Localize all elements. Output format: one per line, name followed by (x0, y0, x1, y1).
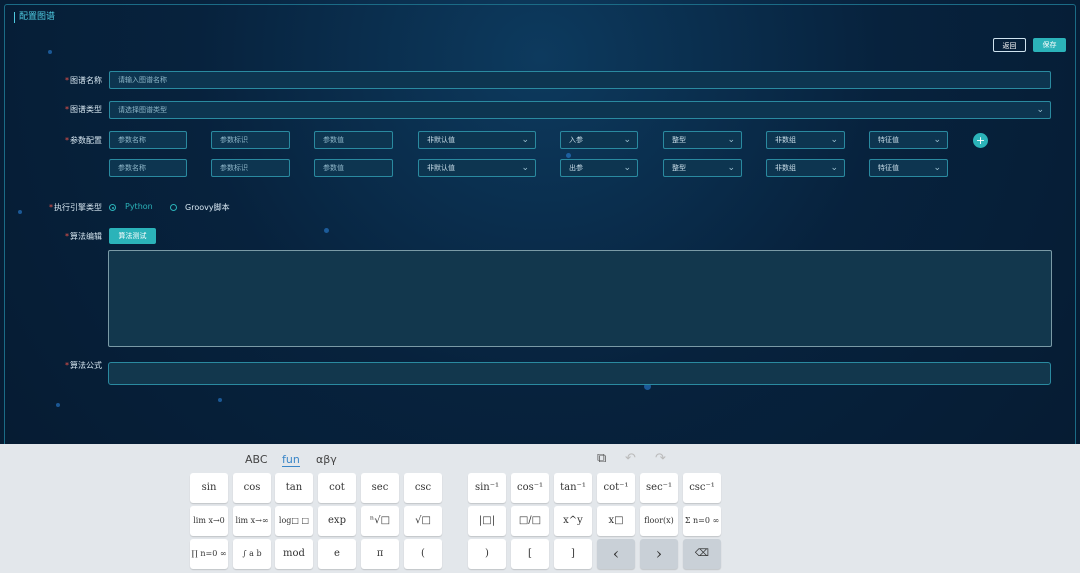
formula-label: *算法公式 (65, 361, 102, 370)
key-close-paren[interactable]: ) (468, 539, 506, 569)
chevron-down-icon: ⌄ (521, 163, 529, 173)
radio-groovy[interactable] (170, 204, 177, 211)
chevron-down-icon: ⌄ (933, 135, 941, 145)
algo-test-button[interactable]: 算法测试 (109, 228, 156, 244)
algo-editor[interactable] (108, 250, 1052, 347)
param-default-select[interactable]: 非默认值 ⌄ (418, 131, 536, 149)
key-product[interactable]: ∏ n=0 ∞ (190, 539, 228, 569)
key-pi[interactable]: π (361, 539, 399, 569)
kb-tab-fun[interactable]: fun (282, 453, 300, 467)
chevron-down-icon: ⌄ (727, 135, 735, 145)
key-cot[interactable]: cot (318, 473, 356, 503)
key-arctan[interactable]: tan⁻¹ (554, 473, 592, 503)
add-param-button[interactable]: + (973, 133, 988, 148)
chevron-down-icon: ⌄ (521, 135, 529, 145)
radio-groovy-label: Groovy脚本 (185, 203, 230, 212)
key-cos[interactable]: cos (233, 473, 271, 503)
key-arccsc[interactable]: csc⁻¹ (683, 473, 721, 503)
chevron-down-icon: ⌄ (1036, 105, 1044, 115)
name-label: *图谱名称 (65, 76, 102, 85)
algo-label: *算法编辑 (65, 232, 102, 241)
param-direction-select[interactable]: 入参 ⌄ (560, 131, 638, 149)
engine-label: *执行引擎类型 (49, 203, 102, 212)
kb-tab-abc[interactable]: ABC (245, 453, 268, 466)
radio-python-label: Python (125, 202, 153, 211)
param-value-input[interactable]: 参数值 (314, 131, 393, 149)
chevron-down-icon: ⌄ (623, 163, 631, 173)
param-array-select[interactable]: 非数组 ⌄ (766, 131, 845, 149)
page-title: 配置图谱 (14, 12, 55, 23)
key-sin[interactable]: sin (190, 473, 228, 503)
param-feature-select[interactable]: 特征值 ⌄ (869, 159, 948, 177)
copy-icon[interactable]: ⧉ (597, 451, 606, 466)
chevron-down-icon: ⌄ (830, 163, 838, 173)
back-button[interactable]: 返回 (993, 38, 1026, 52)
save-button[interactable]: 保存 (1033, 38, 1066, 52)
param-value-input[interactable]: 参数值 (314, 159, 393, 177)
chevron-down-icon: ⌄ (830, 135, 838, 145)
key-abs[interactable]: |□| (468, 506, 506, 536)
key-arccos[interactable]: cos⁻¹ (511, 473, 549, 503)
key-lim-inf[interactable]: lim x→∞ (233, 506, 271, 536)
type-label: *图谱类型 (65, 105, 102, 114)
param-id-input[interactable]: 参数标识 (211, 131, 290, 149)
key-subscript[interactable]: x□ (597, 506, 635, 536)
chevron-down-icon: ⌄ (727, 163, 735, 173)
param-feature-select[interactable]: 特征值 ⌄ (869, 131, 948, 149)
key-arcsin[interactable]: sin⁻¹ (468, 473, 506, 503)
param-dtype-select[interactable]: 整型 ⌄ (663, 159, 742, 177)
key-sqrt[interactable]: √□ (404, 506, 442, 536)
key-close-bracket[interactable]: ] (554, 539, 592, 569)
bg-dot (566, 153, 571, 158)
param-dtype-select[interactable]: 整型 ⌄ (663, 131, 742, 149)
formula-input[interactable] (108, 362, 1051, 385)
key-arcsec[interactable]: sec⁻¹ (640, 473, 678, 503)
math-keyboard: ABC fun αβγ ⧉ ↶ ↷ sin cos tan cot sec cs… (0, 444, 1080, 573)
kb-tab-greek[interactable]: αβγ (316, 453, 337, 466)
type-select[interactable]: 请选择图谱类型 ⌄ (109, 101, 1051, 119)
param-array-select[interactable]: 非数组 ⌄ (766, 159, 845, 177)
left-arrow-icon[interactable]: ‹ (597, 539, 635, 569)
param-id-input[interactable]: 参数标识 (211, 159, 290, 177)
key-nth-root[interactable]: ⁿ√□ (361, 506, 399, 536)
bg-dot (56, 403, 60, 407)
key-arccot[interactable]: cot⁻¹ (597, 473, 635, 503)
bg-dot (218, 398, 222, 402)
key-integral[interactable]: ∫ a b (233, 539, 271, 569)
chevron-down-icon: ⌄ (933, 163, 941, 173)
key-tan[interactable]: tan (275, 473, 313, 503)
redo-icon[interactable]: ↷ (655, 451, 666, 466)
key-csc[interactable]: csc (404, 473, 442, 503)
key-e[interactable]: e (318, 539, 356, 569)
name-input[interactable]: 请输入图谱名称 (109, 71, 1051, 89)
backspace-icon[interactable]: ⌫ (683, 539, 721, 569)
right-arrow-icon[interactable]: › (640, 539, 678, 569)
param-name-input[interactable]: 参数名称 (109, 131, 187, 149)
param-direction-select[interactable]: 出参 ⌄ (560, 159, 638, 177)
param-name-input[interactable]: 参数名称 (109, 159, 187, 177)
bg-dot (324, 228, 329, 233)
undo-icon[interactable]: ↶ (625, 451, 636, 466)
key-floor[interactable]: floor(x) (640, 506, 678, 536)
key-lim-zero[interactable]: lim x→0 (190, 506, 228, 536)
key-power[interactable]: x^y (554, 506, 592, 536)
key-log[interactable]: log□ □ (275, 506, 313, 536)
radio-python[interactable] (109, 204, 116, 211)
param-default-select[interactable]: 非默认值 ⌄ (418, 159, 536, 177)
key-sum[interactable]: Σ n=0 ∞ (683, 506, 721, 536)
bg-dot (48, 50, 52, 54)
key-open-bracket[interactable]: [ (511, 539, 549, 569)
key-open-paren[interactable]: ( (404, 539, 442, 569)
params-label: *参数配置 (65, 136, 102, 145)
key-sec[interactable]: sec (361, 473, 399, 503)
chevron-down-icon: ⌄ (623, 135, 631, 145)
key-fraction[interactable]: □/□ (511, 506, 549, 536)
key-mod[interactable]: mod (275, 539, 313, 569)
key-exp[interactable]: exp (318, 506, 356, 536)
